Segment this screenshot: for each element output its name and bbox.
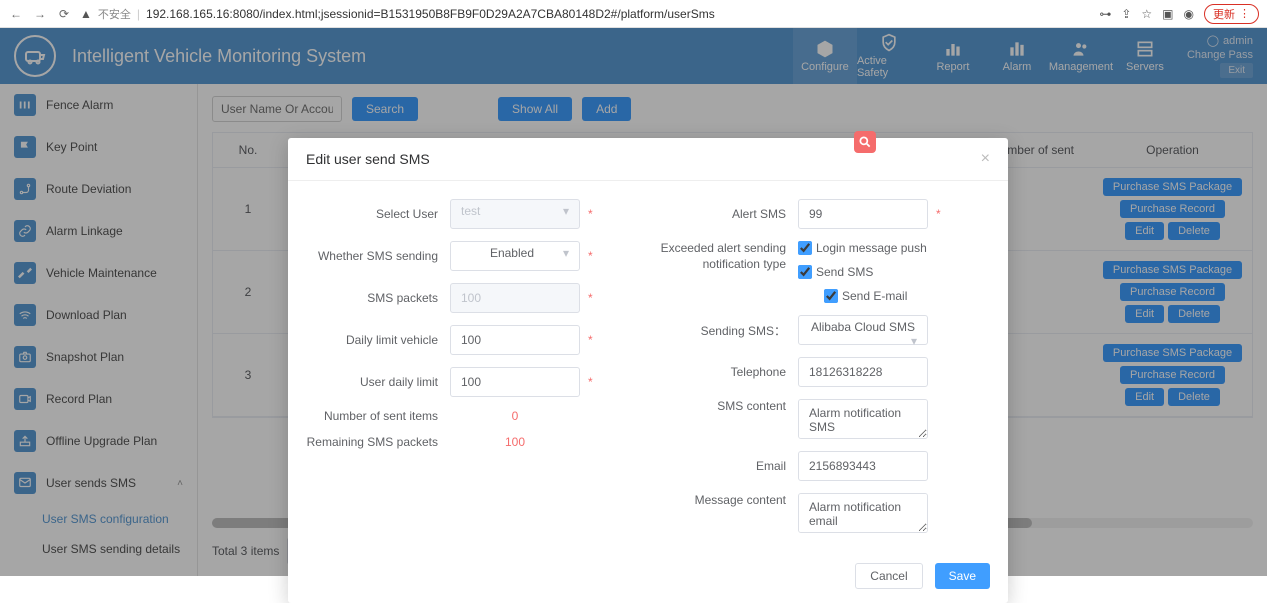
reload-icon[interactable]: ⟳	[56, 6, 72, 22]
save-button[interactable]: Save	[935, 563, 990, 589]
telephone-input[interactable]	[798, 357, 928, 387]
share-icon[interactable]: ⇪	[1121, 7, 1131, 21]
num-sent-label: Number of sent items	[300, 409, 450, 423]
sms-packets-input	[450, 283, 580, 313]
whether-sms-label: Whether SMS sending	[300, 249, 450, 263]
user-daily-limit-input[interactable]	[450, 367, 580, 397]
num-sent-value: 0	[450, 409, 580, 423]
daily-limit-vehicle-label: Daily limit vehicle	[300, 333, 450, 347]
send-sms-checkbox[interactable]: Send SMS	[798, 265, 873, 279]
key-icon[interactable]: ⊶	[1099, 7, 1111, 21]
forward-icon[interactable]: →	[32, 6, 48, 22]
send-email-checkbox[interactable]: Send E-mail	[824, 289, 996, 303]
address-bar[interactable]: ▲ 不安全 | 192.168.165.16:8080/index.html;j…	[80, 6, 1091, 22]
edit-user-sms-modal: Edit user send SMS × Select Usertest▾* W…	[288, 138, 1008, 603]
sms-packets-label: SMS packets	[300, 291, 450, 305]
chevron-down-icon: ▾	[911, 334, 917, 348]
select-user-select[interactable]: test▾	[450, 199, 580, 229]
alert-sms-label: Alert SMS	[648, 207, 798, 221]
update-button[interactable]: 更新 ⋮	[1204, 4, 1259, 24]
whether-sms-select[interactable]: Enabled▾	[450, 241, 580, 271]
search-badge-icon[interactable]	[854, 131, 876, 153]
remaining-value: 100	[450, 435, 580, 449]
telephone-label: Telephone	[648, 365, 798, 379]
remaining-label: Remaining SMS packets	[300, 435, 450, 449]
exceeded-label: Exceeded alert sending notification type	[648, 241, 798, 272]
close-icon[interactable]: ×	[981, 150, 990, 168]
daily-limit-vehicle-input[interactable]	[450, 325, 580, 355]
sending-sms-label: Sending SMS：	[648, 322, 798, 339]
chevron-down-icon: ▾	[563, 204, 569, 218]
login-push-checkbox[interactable]: Login message push	[798, 241, 927, 255]
extension-icon[interactable]: ▣	[1162, 7, 1173, 21]
chevron-down-icon: ▾	[563, 246, 569, 260]
msg-content-label: Message content	[648, 493, 798, 507]
user-daily-limit-label: User daily limit	[300, 375, 450, 389]
sending-sms-select[interactable]: Alibaba Cloud SMS▾	[798, 315, 928, 345]
sms-content-label: SMS content	[648, 399, 798, 413]
url-text: 192.168.165.16:8080/index.html;jsessioni…	[146, 7, 715, 21]
sms-content-textarea[interactable]	[798, 399, 928, 439]
insecure-icon: ▲	[80, 7, 92, 21]
insecure-label: 不安全	[98, 6, 131, 22]
cancel-button[interactable]: Cancel	[855, 563, 922, 589]
browser-bar: ← → ⟳ ▲ 不安全 | 192.168.165.16:8080/index.…	[0, 0, 1267, 28]
select-user-label: Select User	[300, 207, 450, 221]
back-icon[interactable]: ←	[8, 6, 24, 22]
profile-icon[interactable]: ◉	[1184, 7, 1194, 21]
alert-sms-input[interactable]	[798, 199, 928, 229]
msg-content-textarea[interactable]	[798, 493, 928, 533]
email-label: Email	[648, 459, 798, 473]
modal-title: Edit user send SMS	[306, 151, 430, 167]
email-input[interactable]	[798, 451, 928, 481]
star-icon[interactable]: ☆	[1141, 7, 1152, 21]
